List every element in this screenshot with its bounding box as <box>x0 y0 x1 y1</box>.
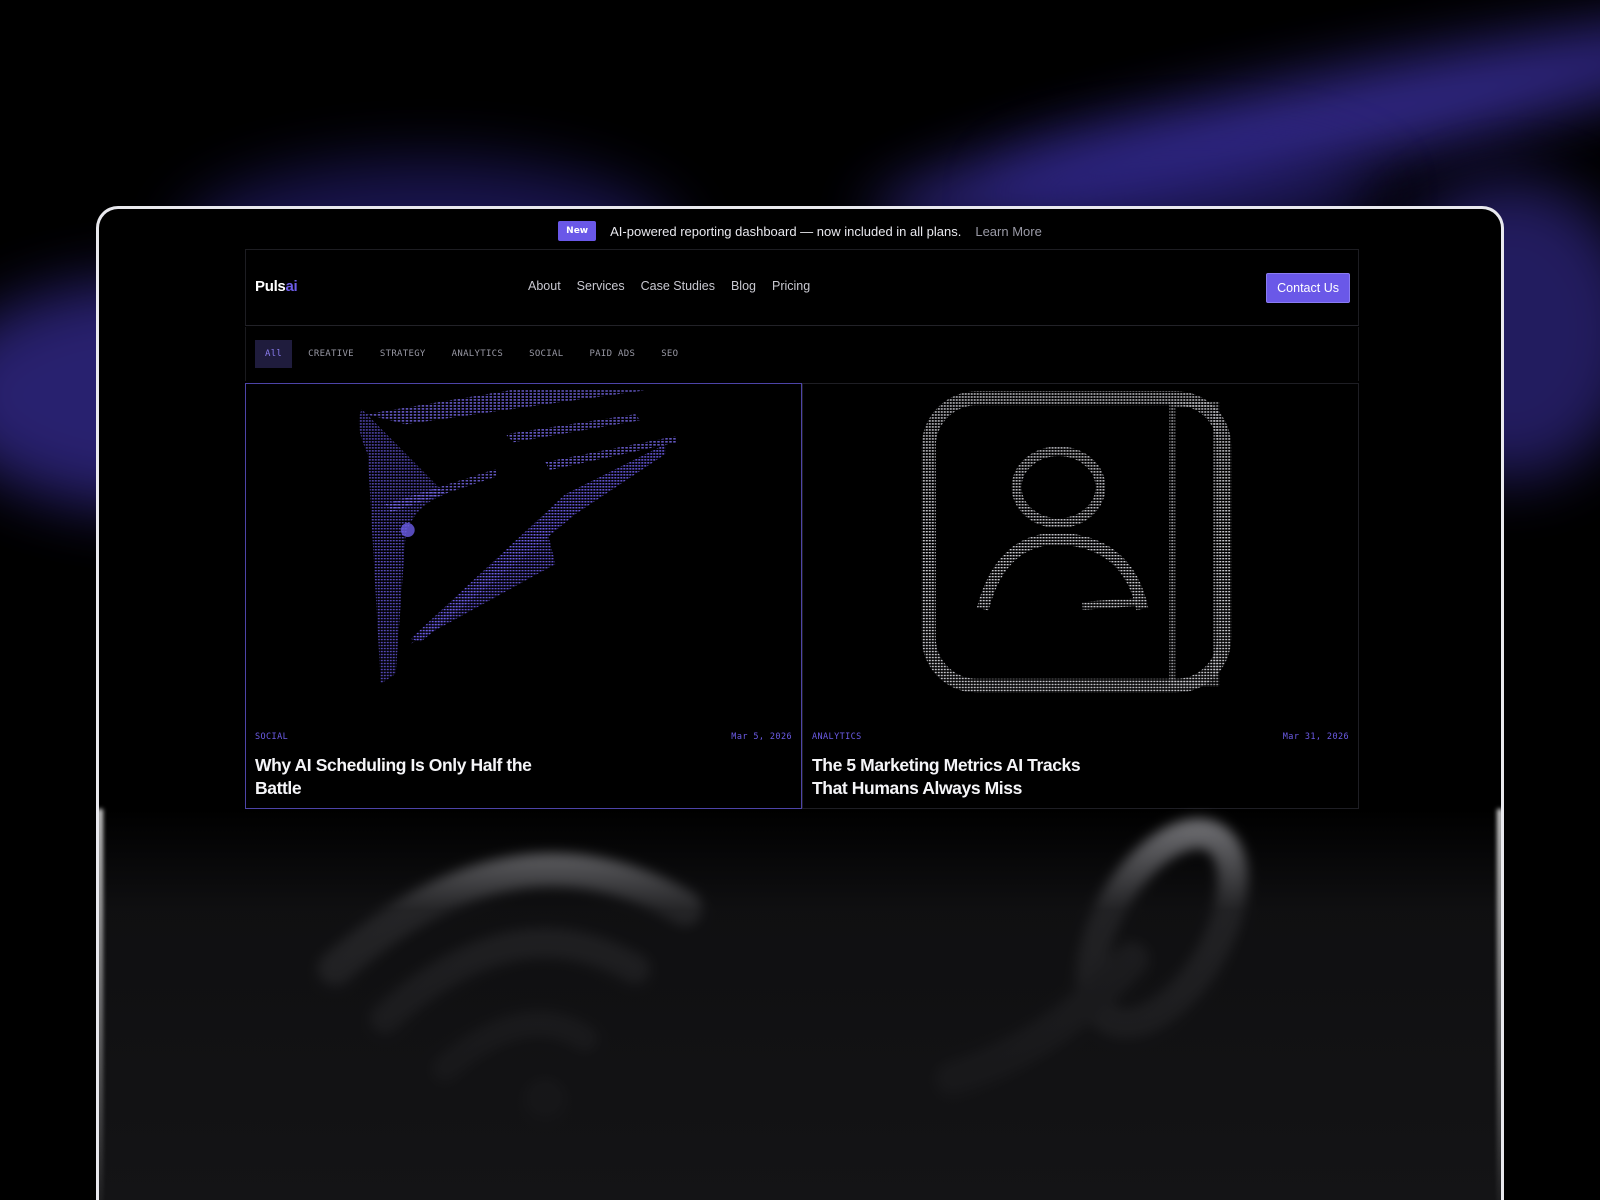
blog-card-grid: SOCIAL Mar 5, 2026 Why AI Scheduling Is … <box>245 383 1359 809</box>
card-title[interactable]: Why AI Scheduling Is Only Half the Battl… <box>255 754 555 800</box>
new-badge: New <box>558 221 597 241</box>
announcement-bar: New AI-powered reporting dashboard — now… <box>99 221 1501 241</box>
card-meta: SOCIAL Mar 5, 2026 <box>255 732 792 742</box>
card-date: Mar 31, 2026 <box>1282 732 1349 742</box>
wifi-icon <box>318 853 702 1119</box>
learn-more-link[interactable]: Learn More <box>975 224 1041 239</box>
contact-us-button[interactable]: Contact Us <box>1266 273 1350 303</box>
logo[interactable]: Pulsai <box>255 278 298 295</box>
filter-all[interactable]: All <box>255 340 293 368</box>
lower-card-row <box>245 809 1359 1200</box>
browser-frame: New AI-powered reporting dashboard — now… <box>96 206 1504 1200</box>
user-profile-icon <box>921 391 1232 693</box>
edge-glow <box>1497 809 1501 1200</box>
card-category: SOCIAL <box>255 732 289 742</box>
category-filters: All CREATIVE STRATEGY ANALYTICS SOCIAL P… <box>245 327 1359 381</box>
logo-accent: ai <box>285 278 298 295</box>
blog-card[interactable]: SOCIAL Mar 5, 2026 Why AI Scheduling Is … <box>245 383 802 809</box>
announcement-text: AI-powered reporting dashboard — now inc… <box>610 223 962 239</box>
edge-glow <box>99 809 103 1200</box>
filter-creative[interactable]: CREATIVE <box>298 340 364 368</box>
card-meta: ANALYTICS Mar 31, 2026 <box>812 732 1349 742</box>
navbar: Pulsai About Services Case Studies Blog … <box>245 249 1359 326</box>
card-date: Mar 5, 2026 <box>731 732 792 742</box>
logo-main: Puls <box>255 278 286 295</box>
filter-strategy[interactable]: STRATEGY <box>370 340 436 368</box>
main-menu: About Services Case Studies Blog Pricing <box>528 279 810 293</box>
send-plane-icon <box>358 390 678 684</box>
blog-card[interactable]: ANALYTICS Mar 31, 2026 The 5 Marketing M… <box>802 383 1359 809</box>
card-category: ANALYTICS <box>812 732 862 742</box>
ring-icon <box>935 819 1248 1096</box>
nav-link-pricing[interactable]: Pricing <box>772 279 810 293</box>
card-title[interactable]: The 5 Marketing Metrics AI Tracks That H… <box>812 754 1112 800</box>
filter-seo[interactable]: SEO <box>651 340 688 368</box>
filter-social[interactable]: SOCIAL <box>519 340 573 368</box>
filter-analytics[interactable]: ANALYTICS <box>442 340 513 368</box>
nav-link-services[interactable]: Services <box>577 279 625 293</box>
nav-link-blog[interactable]: Blog <box>731 279 756 293</box>
nav-link-case-studies[interactable]: Case Studies <box>641 279 715 293</box>
nav-link-about[interactable]: About <box>528 279 561 293</box>
filter-paid-ads[interactable]: PAID ADS <box>579 340 645 368</box>
